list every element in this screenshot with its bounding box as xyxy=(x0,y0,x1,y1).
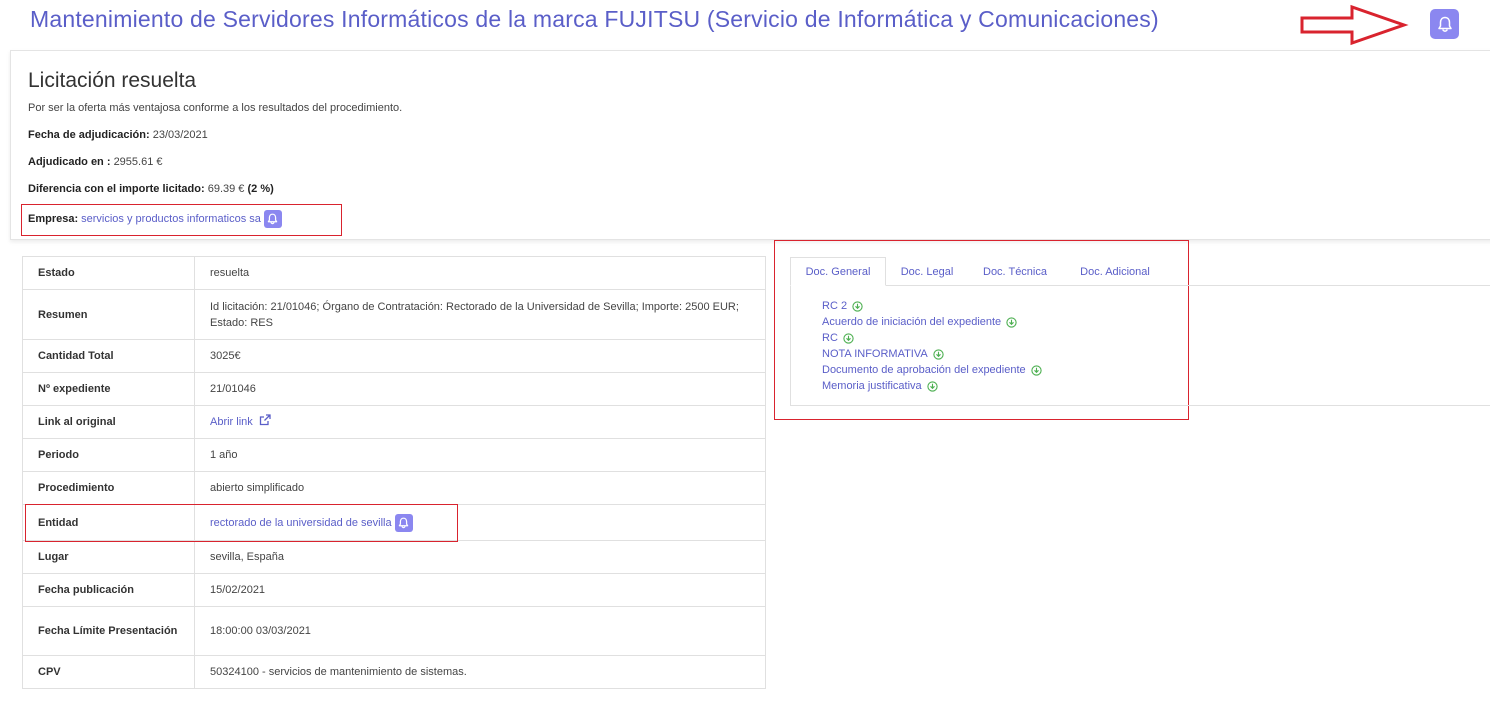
row-label: Resumen xyxy=(22,289,195,340)
row-label: Lugar xyxy=(22,540,195,574)
row-label: Nº expediente xyxy=(22,372,195,406)
row-value: abierto simplificado xyxy=(194,471,766,505)
download-icon[interactable] xyxy=(933,348,944,360)
document-name: NOTA INFORMATIVA xyxy=(822,348,928,360)
document-link[interactable]: RC xyxy=(822,330,1042,346)
award-description: Por ser la oferta más ventajosa conforme… xyxy=(28,102,403,114)
annotation-arrow-icon xyxy=(1300,4,1409,46)
bell-icon xyxy=(1437,16,1452,32)
external-link-icon[interactable] xyxy=(259,414,271,426)
tab-doc-adicional[interactable]: Doc. Adicional xyxy=(1064,257,1166,286)
document-name: Acuerdo de iniciación del expediente xyxy=(822,316,1002,328)
award-company: Empresa: servicios y productos informati… xyxy=(28,210,282,228)
download-icon[interactable] xyxy=(1006,316,1017,328)
table-row: Estado resuelta xyxy=(22,256,766,290)
row-label: CPV xyxy=(22,655,195,689)
row-value: 18:00:00 03/03/2021 xyxy=(194,606,766,656)
document-name: RC xyxy=(822,332,838,344)
award-date-value: 23/03/2021 xyxy=(152,129,208,141)
row-value: 1 año xyxy=(194,438,766,472)
row-label: Link al original xyxy=(22,405,195,439)
download-icon[interactable] xyxy=(852,300,863,312)
award-date: Fecha de adjudicación: 23/03/2021 xyxy=(28,129,208,141)
row-label: Fecha publicación xyxy=(22,573,195,607)
award-diff-label: Diferencia con el importe licitado: xyxy=(28,183,205,195)
table-row: Lugar sevilla, España xyxy=(22,540,766,574)
row-label: Periodo xyxy=(22,438,195,472)
row-value: 50324100 - servicios de mantenimiento de… xyxy=(194,655,766,689)
document-link[interactable]: Memoria justificativa xyxy=(822,378,1042,394)
company-bell-button[interactable] xyxy=(263,210,282,228)
row-label: Estado xyxy=(22,256,195,290)
entity-highlight-box xyxy=(25,504,458,542)
tab-doc-tecnica[interactable]: Doc. Técnica xyxy=(970,257,1060,286)
row-value: Id licitación: 21/01046; Órgano de Contr… xyxy=(194,289,766,340)
row-label: Procedimiento xyxy=(22,471,195,505)
open-link[interactable]: Abrir link xyxy=(210,416,253,428)
download-icon[interactable] xyxy=(926,380,938,392)
row-value: resuelta xyxy=(194,256,766,290)
page-title: Mantenimiento de Servidores Informáticos… xyxy=(30,6,1159,32)
table-row: Link al original Abrir link xyxy=(22,405,766,439)
document-name: Documento de aprobación del expediente xyxy=(822,364,1026,376)
document-list: RC 2 Acuerdo de iniciación del expedient… xyxy=(822,298,1042,394)
award-amount: Adjudicado en : 2955.61 € xyxy=(28,156,163,168)
award-date-label: Fecha de adjudicación: xyxy=(28,129,150,141)
row-value: 21/01046 xyxy=(194,372,766,406)
bell-icon xyxy=(268,213,278,225)
award-title: Licitación resuelta xyxy=(28,69,197,92)
award-amount-label: Adjudicado en : xyxy=(28,156,111,168)
table-row: Periodo 1 año xyxy=(22,438,766,472)
table-row: CPV 50324100 - servicios de mantenimient… xyxy=(22,655,766,689)
award-difference: Diferencia con el importe licitado: 69.3… xyxy=(28,183,274,195)
row-label: Fecha Límite Presentación xyxy=(22,606,195,656)
tab-doc-general[interactable]: Doc. General xyxy=(790,257,886,286)
row-label: Cantidad Total xyxy=(22,339,195,373)
download-icon[interactable] xyxy=(843,332,854,344)
table-row: Cantidad Total 3025€ xyxy=(22,339,766,373)
subscribe-bell-button[interactable] xyxy=(1430,9,1459,39)
row-value: Abrir link xyxy=(194,405,766,439)
tab-doc-legal[interactable]: Doc. Legal xyxy=(888,257,966,286)
download-icon[interactable] xyxy=(1031,364,1042,376)
document-link[interactable]: Acuerdo de iniciación del expediente xyxy=(822,314,1042,330)
document-link[interactable]: NOTA INFORMATIVA xyxy=(822,346,1042,362)
document-link[interactable]: Documento de aprobación del expediente xyxy=(822,362,1042,378)
table-row: Nº expediente 21/01046 xyxy=(22,372,766,406)
document-name: Memoria justificativa xyxy=(822,380,922,392)
award-diff-percent: (2 %) xyxy=(247,183,274,195)
table-row: Fecha publicación 15/02/2021 xyxy=(22,573,766,607)
document-link[interactable]: RC 2 xyxy=(822,298,1042,314)
table-row: Procedimiento abierto simplificado xyxy=(22,471,766,505)
table-row: Fecha Límite Presentación 18:00:00 03/03… xyxy=(22,606,766,656)
document-name: RC 2 xyxy=(822,300,848,312)
details-table: Estado resuelta Resumen Id licitación: 2… xyxy=(22,256,766,689)
table-row: Resumen Id licitación: 21/01046; Órgano … xyxy=(22,289,766,340)
row-value: 15/02/2021 xyxy=(194,573,766,607)
award-diff-value: 69.39 € xyxy=(207,183,245,195)
row-value: 3025€ xyxy=(194,339,766,373)
company-link[interactable]: servicios y productos informaticos sa xyxy=(81,213,261,225)
row-value: sevilla, España xyxy=(194,540,766,574)
award-amount-value: 2955.61 € xyxy=(113,156,163,168)
company-label: Empresa: xyxy=(28,213,79,225)
